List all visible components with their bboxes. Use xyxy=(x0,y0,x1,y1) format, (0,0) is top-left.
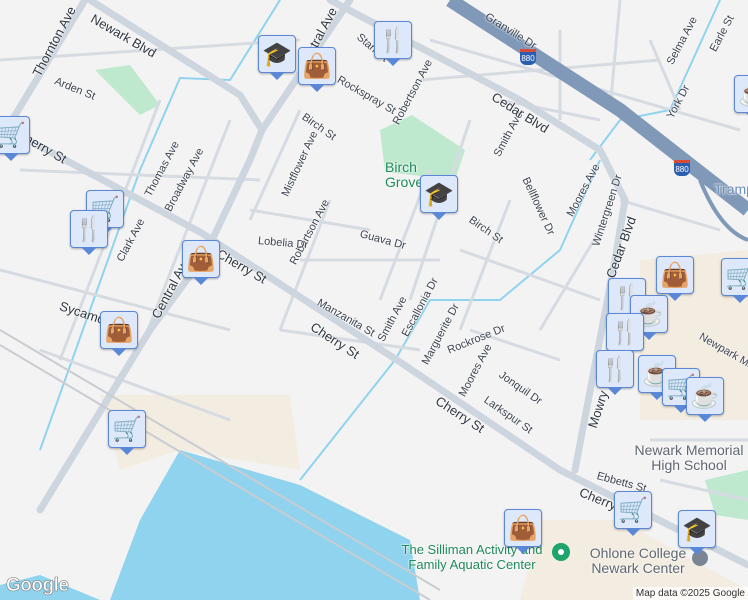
shopping-bag-marker-icon[interactable]: 👜 xyxy=(298,47,336,92)
school-marker-icon[interactable]: 🎓 xyxy=(678,510,716,555)
map-attribution[interactable]: Map data ©2025 Google xyxy=(632,587,748,600)
place-label-newark-memorial[interactable]: Newark Memorial High School xyxy=(630,443,748,473)
restaurant-marker-icon[interactable]: 🍴 xyxy=(70,210,108,255)
shopping-cart-marker-icon[interactable]: 🛒 xyxy=(0,116,30,161)
shopping-cart-marker-icon[interactable]: 🛒 xyxy=(721,258,748,303)
shopping-cart-marker-icon[interactable]: 🛒 xyxy=(614,491,652,536)
google-logo[interactable]: Google xyxy=(6,575,70,597)
restaurant-marker-icon[interactable]: 🍴 xyxy=(596,350,634,395)
shopping-cart-marker-icon[interactable]: 🛒 xyxy=(108,410,146,455)
i880-shield: 880 xyxy=(674,160,690,176)
coffee-marker-icon[interactable]: ☕ xyxy=(686,377,724,422)
school-marker-icon[interactable]: 🎓 xyxy=(420,175,458,220)
school-marker-icon[interactable]: 🎓 xyxy=(258,35,296,80)
place-label-ohlone[interactable]: Ohlone College Newark Center xyxy=(588,546,688,576)
place-label: Tramp xyxy=(714,181,748,197)
restaurant-marker-icon[interactable]: 🍴 xyxy=(374,21,412,66)
coffee-marker-icon[interactable]: ☕ xyxy=(734,75,748,120)
shopping-bag-marker-icon[interactable]: 👜 xyxy=(182,240,220,285)
shopping-bag-marker-icon[interactable]: 👜 xyxy=(504,509,542,554)
shopping-bag-marker-icon[interactable]: 👜 xyxy=(100,311,138,356)
restaurant-marker-icon[interactable]: 🍴 xyxy=(606,313,644,358)
shopping-bag-marker-icon[interactable]: 👜 xyxy=(656,256,694,301)
i880-shield: 880 xyxy=(520,49,536,65)
